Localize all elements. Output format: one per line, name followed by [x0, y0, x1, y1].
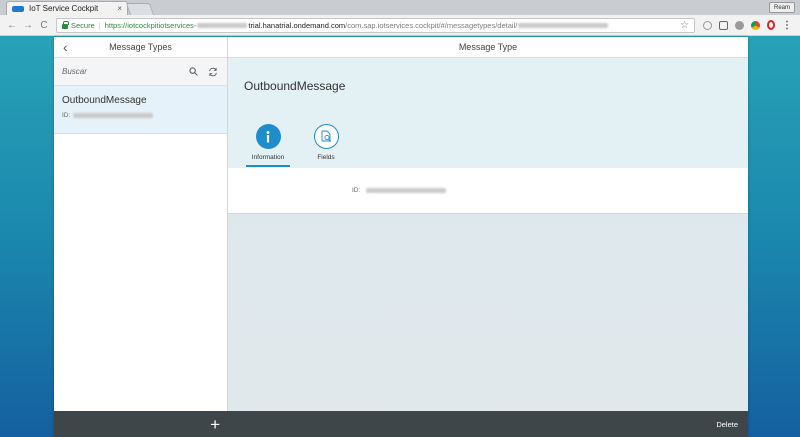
id-value-redacted	[366, 188, 447, 193]
tab-selected-indicator	[246, 165, 290, 167]
extension-icons: ⋮	[703, 20, 792, 31]
tab-information-label: Information	[251, 154, 285, 161]
url-separator: |	[98, 20, 101, 30]
search-icon[interactable]	[187, 66, 199, 78]
bookmark-star-icon[interactable]: ☆	[680, 20, 689, 31]
master-title: Message Types	[109, 42, 172, 52]
tab-fields[interactable]: Fields	[304, 124, 348, 167]
add-button[interactable]: +	[210, 416, 220, 433]
delete-button[interactable]: Delete	[716, 420, 738, 429]
browser-menu-icon[interactable]: ⋮	[782, 20, 792, 31]
secure-label: Secure	[71, 20, 95, 30]
forward-arrow-icon[interactable]: →	[20, 20, 36, 31]
browser-tab[interactable]: IoT Service Cockpit ×	[6, 1, 128, 15]
url-redacted-id	[518, 22, 609, 28]
lock-icon	[62, 20, 69, 29]
profile-badge[interactable]: Ream	[768, 2, 795, 13]
url-scheme-host: https://iotcockpitiotservices-	[104, 20, 197, 30]
info-icon	[255, 124, 281, 149]
tab-fields-label: Fields	[317, 154, 335, 161]
sap-favicon-icon	[12, 5, 24, 12]
list-item-id: ID:	[62, 112, 219, 119]
extension-puzzle-icon[interactable]	[735, 20, 744, 30]
extension-circle-icon[interactable]	[703, 20, 712, 30]
detail-header: Message Type	[228, 37, 748, 58]
url-path: /com.sap.iotservices.cockpit/#/messagety…	[345, 20, 518, 30]
reload-icon[interactable]: C	[36, 20, 52, 31]
opera-icon[interactable]	[767, 20, 775, 30]
object-title: OutboundMessage	[244, 79, 346, 93]
tab-information[interactable]: Information	[246, 124, 290, 167]
search-bar	[54, 58, 227, 86]
search-input[interactable]	[62, 67, 179, 76]
url-domain: trial.hanatrial.ondemand.com	[248, 20, 346, 30]
tab-close-icon[interactable]: ×	[117, 4, 122, 13]
fields-search-icon	[313, 124, 339, 149]
object-header: OutboundMessage Information Fields	[228, 58, 748, 168]
back-arrow-icon[interactable]: ←	[4, 20, 20, 31]
master-pane: ‹ Message Types OutboundMessage ID: +	[54, 37, 228, 437]
nav-back-icon[interactable]: ‹	[63, 39, 68, 55]
browser-tab-title: IoT Service Cockpit	[29, 4, 99, 13]
icon-tab-bar: Information Fields	[246, 124, 348, 167]
id-label: ID:	[352, 187, 361, 194]
master-footer: +	[54, 411, 228, 437]
list-item-id-label: ID:	[62, 112, 71, 119]
split-app: ‹ Message Types OutboundMessage ID: + Me…	[54, 37, 748, 437]
chrome-icon[interactable]	[751, 20, 760, 30]
new-tab-button[interactable]	[125, 3, 155, 15]
browser-tabstrip: IoT Service Cockpit × Ream	[0, 0, 800, 15]
address-bar[interactable]: Secure | https://iotcockpitiotservices- …	[56, 17, 695, 33]
list-item-id-redacted	[73, 113, 154, 118]
list-item[interactable]: OutboundMessage ID:	[54, 86, 227, 134]
detail-pane: Message Type OutboundMessage Information…	[228, 37, 748, 437]
master-header: ‹ Message Types	[54, 37, 227, 58]
information-section: ID:	[228, 168, 748, 214]
browser-toolbar: ← → C Secure | https://iotcockpitiotserv…	[0, 15, 800, 36]
cast-icon[interactable]	[719, 20, 728, 30]
list-item-title: OutboundMessage	[62, 95, 147, 106]
tab-unselected-indicator	[304, 165, 348, 167]
detail-footer: Delete	[228, 411, 748, 437]
refresh-icon[interactable]	[207, 66, 219, 78]
url-redacted	[197, 22, 248, 28]
